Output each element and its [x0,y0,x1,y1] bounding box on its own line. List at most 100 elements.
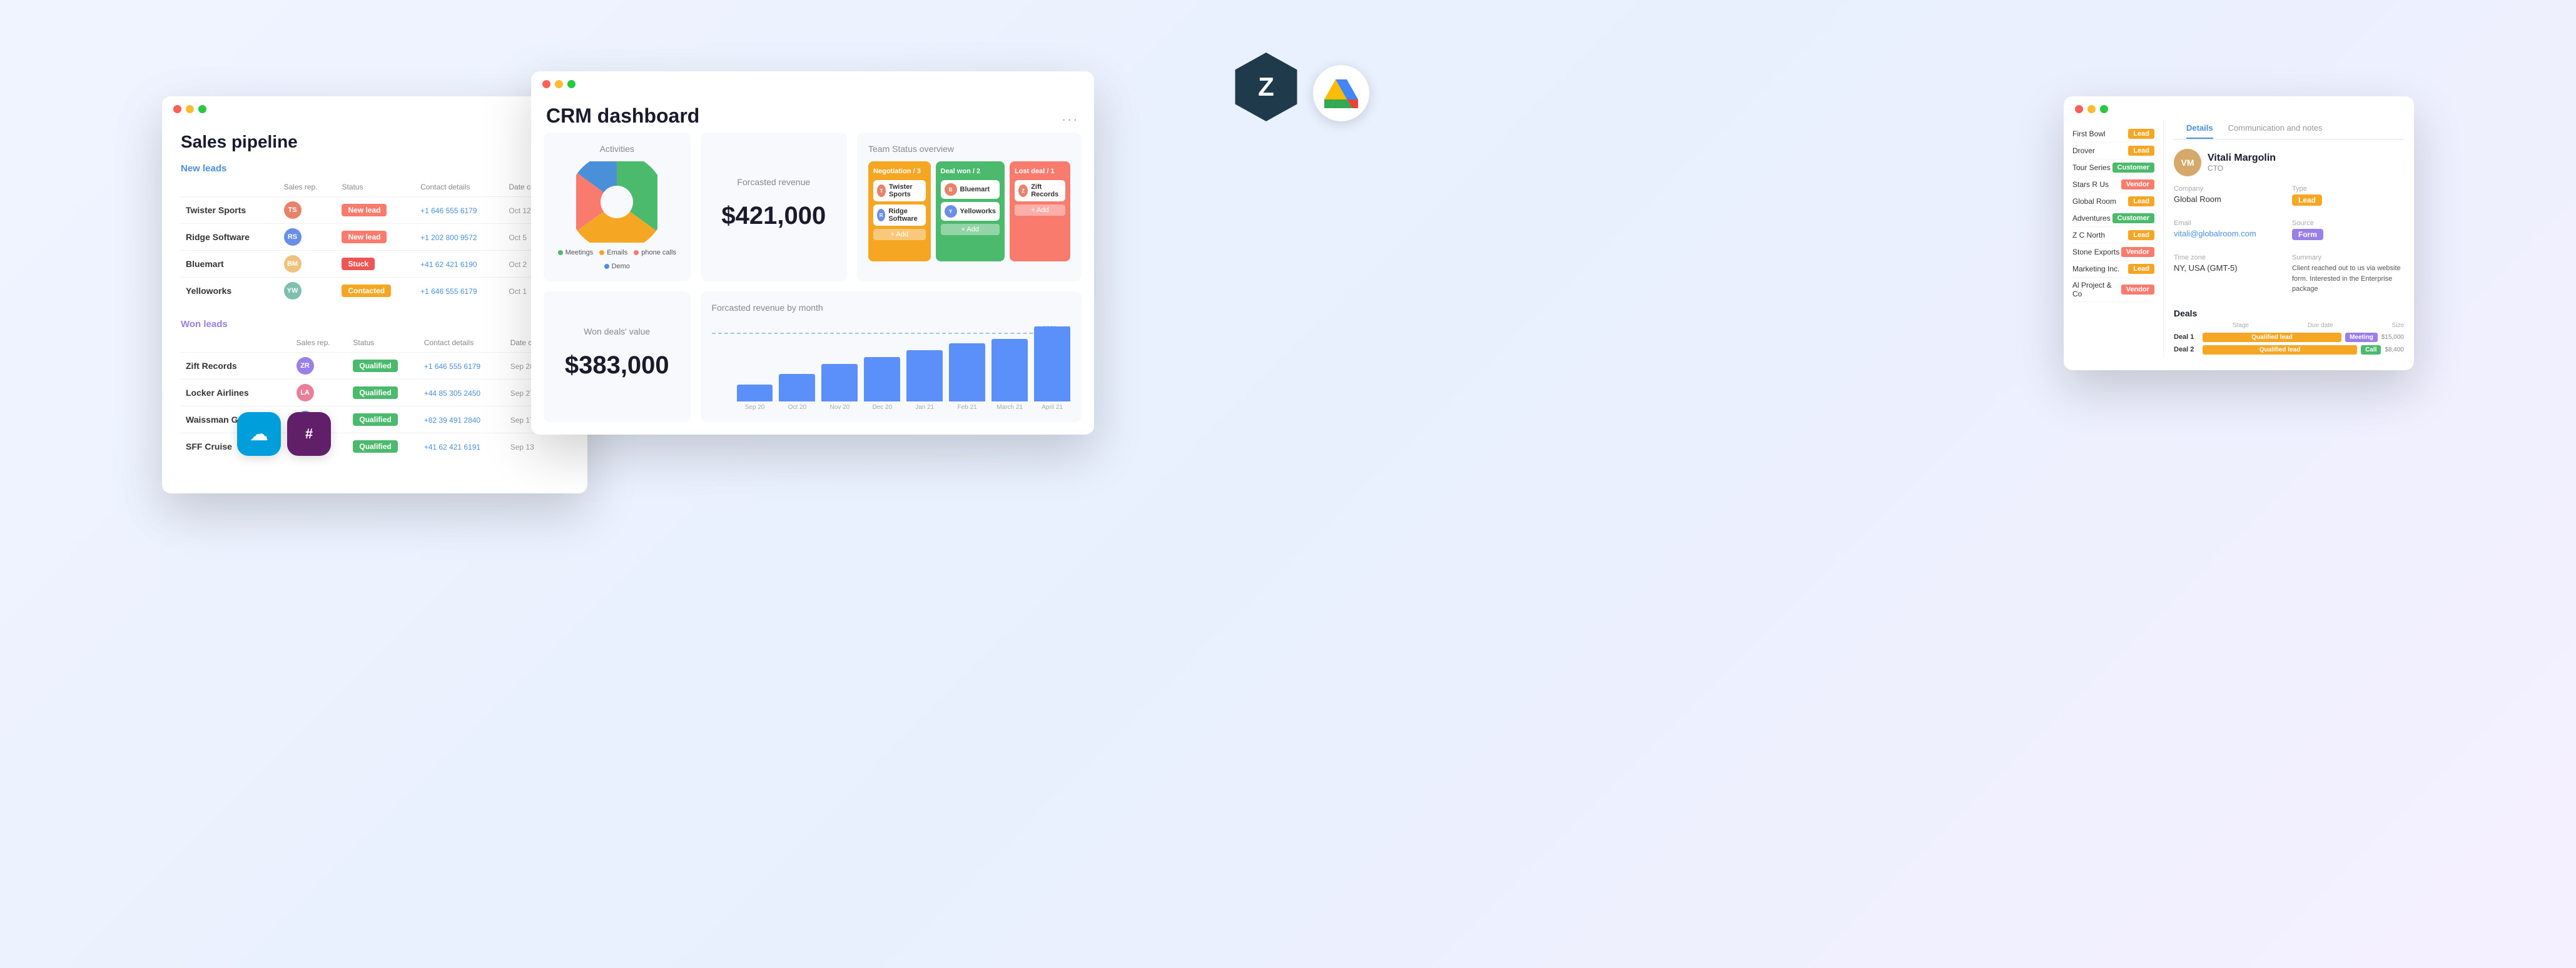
table-row: Zift Records ZR Qualified +1 646 555 617… [181,353,569,380]
list-item[interactable]: Drover Lead [2072,143,2154,159]
lead-company: Stars R Us [2072,180,2121,189]
detail-fields: Company Global Room Type Lead Email vita… [2174,185,2404,302]
bar [779,374,815,401]
lead-badge: Lead [2128,129,2154,139]
slack-logo: # [287,412,331,456]
forecasted-revenue-value: $421,000 [721,202,826,230]
avatar-cell: LA [292,380,348,406]
add-btn[interactable]: + Add [1015,204,1065,216]
team-card-item: Z Zift Records [1015,180,1065,201]
list-item[interactable]: Adventures Customer [2072,210,2154,227]
list-item[interactable]: First Bowl Lead [2072,126,2154,143]
status-badge: Qualified [353,413,397,426]
bar-label: Jan 21 [906,404,943,411]
source-label: Source [2292,219,2404,227]
forecasted-revenue-title: Forcasted revenue [737,177,810,187]
team-column: Lost deal / 1 Z Zift Records + Add [1010,161,1070,261]
maximize-dot[interactable] [198,105,206,113]
list-item[interactable]: Stone Exports Vendor [2072,244,2154,261]
bar-labels: Sep 20Oct 20Nov 20Dec 20Jan 21Feb 21Marc… [712,404,1070,411]
bar [991,339,1028,401]
activities-pie-chart [576,161,657,243]
detail-minimize-dot[interactable] [2087,105,2096,113]
minimize-dot[interactable] [186,105,194,113]
bar [737,385,773,401]
bar-label: Feb 21 [949,404,985,411]
team-mini-avatar: R [877,209,885,221]
field-type: Type Lead [2292,185,2404,206]
gdrive-icon [1324,78,1358,108]
tab-details[interactable]: Details [2186,117,2213,139]
bar [1034,326,1070,401]
company-cell: Ridge Software [181,224,279,251]
status-badge: Contacted [342,285,391,297]
crm-menu-dots[interactable]: ... [1062,108,1079,124]
bar [864,357,900,401]
status-cell: New lead [337,197,415,224]
bar-label: Sep 20 [737,404,773,411]
deal-stage: Qualified lead [2203,333,2341,342]
deal-size: $15,000 [2381,334,2404,341]
deal-stage: Qualified lead [2203,345,2357,355]
company-cell: Locker Airlines [181,380,292,406]
detail-content: First Bowl Lead Drover Lead Tour Series … [2064,119,2414,370]
summary-value: Client reached out to us via website for… [2292,263,2404,295]
phone-cell: +1 202 800 9572 [415,224,504,251]
lead-company: Tour Series [2072,163,2112,172]
add-btn[interactable]: + Add [873,229,925,240]
crm-header: CRM dashboard ... [531,94,1094,133]
detail-person: VM Vitali Margolin CTO [2174,149,2404,176]
status-cell: New lead [337,224,415,251]
zendesk-hex: Z [1232,53,1301,121]
gdrive-circle [1313,65,1369,121]
legend-demo: Demo [604,263,630,270]
won-deals-title: Won deals' value [584,326,650,336]
activities-title: Activities [555,144,679,154]
deal-due: Call [2361,345,2381,355]
forecasted-by-month-card: Forcasted revenue by month 2021 goal Sep… [701,291,1082,422]
bar-label: April 21 [1034,404,1070,411]
pie-chart-wrap: Meetings Emails phone calls Demo [555,161,679,270]
crm-title: CRM dashboard [546,104,699,128]
detail-close-dot[interactable] [2075,105,2083,113]
company-label: Company [2174,185,2286,193]
detail-main: Details Communication and notes VM Vital… [2164,119,2414,358]
deal-row: Deal 2 Qualified lead Call $8,400 [2174,345,2404,355]
team-status-card: Team Status overview Negotiation / 3 T T… [857,133,1082,281]
list-item[interactable]: Marketing Inc. Lead [2072,261,2154,278]
bar-chart [737,320,1070,401]
crm-close-dot[interactable] [542,80,550,88]
phone-cell: +1 646 555 6179 [415,197,504,224]
list-item[interactable]: Tour Series Customer [2072,159,2154,176]
detail-maximize-dot[interactable] [2100,105,2108,113]
add-btn[interactable]: + Add [941,224,1000,235]
table-row: Locker Airlines LA Qualified +44 85 305 … [181,380,569,406]
team-status-title: Team Status overview [868,144,1070,154]
bar [906,350,943,401]
crm-minimize-dot[interactable] [555,80,563,88]
team-mini-avatar: B [945,183,957,196]
new-leads-label: New leads [181,163,569,174]
team-mini-avatar: T [877,184,886,197]
crm-maximize-dot[interactable] [567,80,576,88]
deals-title: Deals [2174,308,2404,318]
tab-communication[interactable]: Communication and notes [2228,117,2323,139]
field-timezone: Time zone NY, USA (GMT-5) [2174,254,2286,295]
email-value: vitali@globalroom.com [2174,229,2286,238]
forecasted-revenue-card: Forcasted revenue $421,000 [701,133,848,281]
list-item[interactable]: Al Project & Co Vendor [2072,278,2154,302]
phone-cell: +44 85 305 2450 [419,380,505,406]
deal-row: Deal 1 Qualified lead Meeting $15,000 [2174,333,2404,342]
status-cell: Qualified [348,380,418,406]
lead-company: First Bowl [2072,129,2128,138]
lead-company: Global Room [2072,197,2128,206]
team-card-item: Y Yelloworks [941,202,1000,221]
list-item[interactable]: Z C North Lead [2072,227,2154,244]
table-row: Yelloworks YW Contacted +1 646 555 6179 … [181,278,569,305]
lead-badge: Vendor [2121,179,2154,189]
won-deals-value: $383,000 [565,351,669,380]
list-item[interactable]: Stars R Us Vendor [2072,176,2154,193]
close-dot[interactable] [173,105,181,113]
team-mini-avatar: Z [1018,184,1028,197]
list-item[interactable]: Global Room Lead [2072,193,2154,210]
